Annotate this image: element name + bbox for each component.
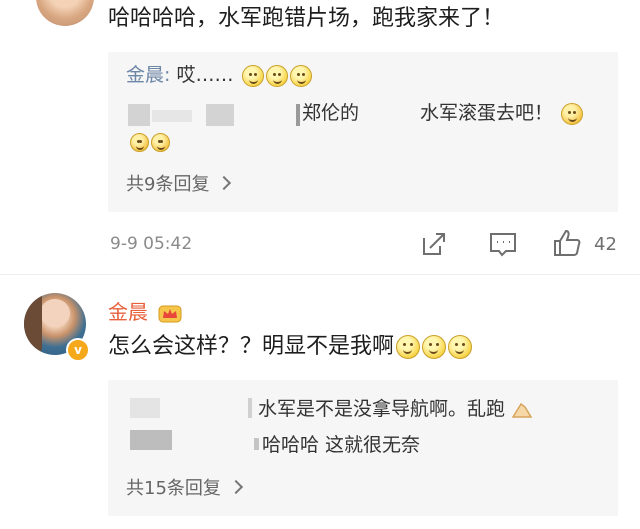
comment-icon[interactable] bbox=[488, 230, 518, 258]
smile-emoji-icon bbox=[422, 335, 447, 359]
author-name[interactable]: 金晨 bbox=[108, 300, 148, 324]
redacted-username bbox=[128, 104, 150, 126]
like-count: 42 bbox=[594, 234, 617, 255]
angry-emoji-icon bbox=[130, 133, 149, 152]
reply-item[interactable]: 哈哈哈 这就很无奈 bbox=[262, 432, 420, 458]
redacted-username bbox=[254, 438, 259, 450]
angry-emoji-icon bbox=[151, 133, 170, 152]
share-icon[interactable] bbox=[420, 230, 448, 258]
reply-item[interactable]: 水军滚蛋去吧！ bbox=[420, 100, 584, 126]
comment-text: 怎么会这样？？明显不是我啊 bbox=[108, 332, 473, 362]
reply-text: 哈哈哈 这就很无奈 bbox=[262, 434, 421, 456]
redacted-username bbox=[248, 398, 252, 418]
reply-author-separator: : bbox=[164, 64, 177, 86]
comment-timestamp: 9-9 05:42 bbox=[110, 234, 193, 254]
reply-text: 哎…… bbox=[176, 64, 234, 86]
comment-text-body: 怎么会这样？？明显不是我啊 bbox=[108, 334, 395, 359]
reply-text: 郑伦的 bbox=[302, 102, 360, 124]
reply-item[interactable]: 水军是不是没拿导航啊。乱跑 bbox=[258, 396, 533, 422]
view-all-replies-link[interactable]: 共15条回复 bbox=[126, 474, 243, 500]
redacted-username bbox=[296, 104, 300, 126]
redacted-username bbox=[130, 398, 160, 418]
verified-badge-icon: v bbox=[66, 338, 90, 362]
reply-item[interactable]: 金晨: 哎…… bbox=[126, 62, 312, 88]
view-all-replies-label: 共9条回复 bbox=[126, 174, 210, 195]
redacted-username bbox=[206, 104, 234, 126]
redacted-username bbox=[152, 110, 192, 122]
crown-icon bbox=[158, 305, 182, 322]
smile-emoji-icon bbox=[396, 335, 421, 359]
divider bbox=[0, 274, 640, 275]
comment-text: 哈哈哈哈，水军跑错片场，跑我家来了！ bbox=[108, 6, 505, 31]
reply-author-link[interactable]: 金晨 bbox=[126, 64, 164, 86]
smile-emoji-icon bbox=[265, 64, 288, 87]
smile-emoji-icon bbox=[241, 64, 264, 87]
thumbs-up-icon[interactable] bbox=[552, 228, 582, 258]
smile-emoji-icon bbox=[448, 335, 473, 359]
view-all-replies-label: 共15条回复 bbox=[126, 478, 221, 499]
redacted-username bbox=[130, 430, 172, 450]
chevron-right-icon bbox=[217, 175, 232, 191]
prayer-hands-icon bbox=[511, 402, 533, 418]
avatar[interactable] bbox=[36, 0, 94, 26]
reply-text: 水军是不是没拿导航啊。乱跑 bbox=[258, 398, 506, 420]
smile-emoji-icon bbox=[289, 64, 312, 87]
angry-emoji-icon bbox=[561, 102, 584, 125]
reply-text: 水军滚蛋去吧！ bbox=[420, 102, 554, 124]
chevron-right-icon bbox=[228, 479, 243, 495]
comment-author[interactable]: 金晨 bbox=[108, 296, 182, 325]
view-all-replies-link[interactable]: 共9条回复 bbox=[126, 170, 232, 196]
emoji-row bbox=[128, 132, 170, 152]
